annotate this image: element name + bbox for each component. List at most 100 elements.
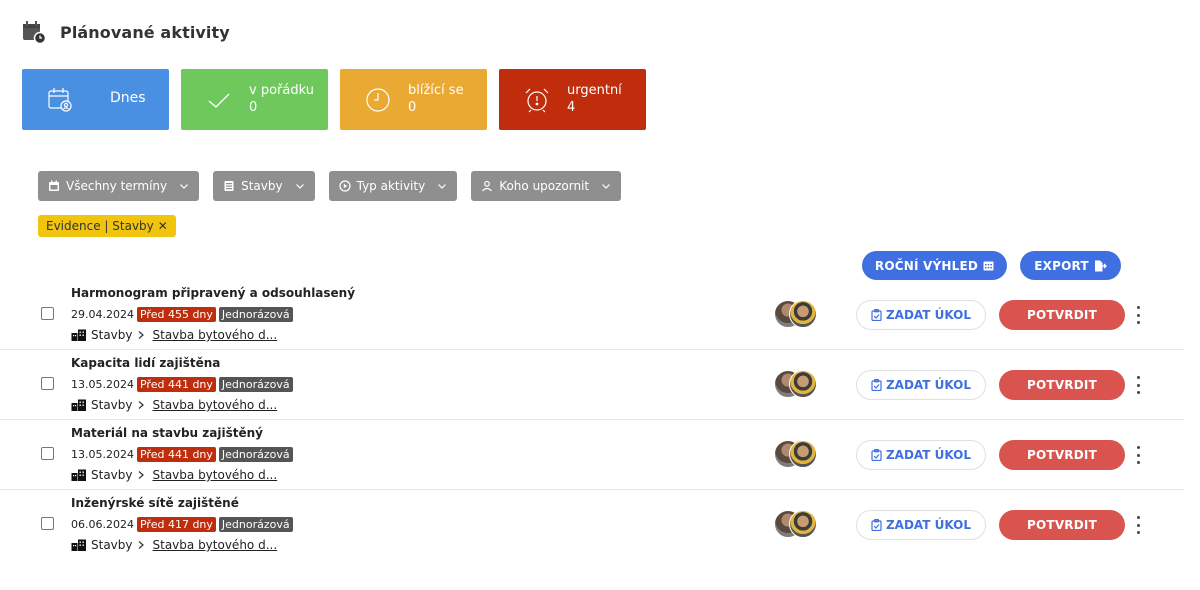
chevron-right-icon <box>138 471 144 479</box>
assign-task-label: ZADAT ÚKOL <box>885 308 972 322</box>
clipboard-check-icon <box>871 449 882 461</box>
activity-title: Materiál na stavbu zajištěný <box>71 426 263 440</box>
annual-outlook-label: ROČNÍ VÝHLED <box>874 258 979 273</box>
path-link[interactable]: Stavba bytového d... <box>153 398 278 412</box>
card-ok-label: v pořádku <box>249 83 314 98</box>
card-urgent-count: 4 <box>567 100 576 115</box>
clipboard-check-icon <box>871 309 882 321</box>
path-root: Stavby <box>91 398 133 412</box>
active-filter-chip: Evidence | Stavby ✕ <box>38 215 176 237</box>
filter-buildings-dropdown[interactable]: Stavby <box>213 171 315 201</box>
calendar-grid-icon <box>983 261 994 271</box>
overdue-badge: Před 441 dny <box>136 377 216 392</box>
card-soon-count: 0 <box>408 100 417 115</box>
activity-row: Materiál na stavbu zajištěný 13.05.2024 … <box>0 420 1184 490</box>
card-soon[interactable]: blížící se 0 <box>340 69 487 130</box>
card-today-label: Dnes <box>110 90 146 106</box>
path-link[interactable]: Stavba bytového d... <box>153 328 278 342</box>
assign-task-label: ZADAT ÚKOL <box>885 518 972 532</box>
recurrence-badge: Jednorázová <box>218 307 293 322</box>
confirm-button[interactable]: POTVRDIT <box>999 510 1125 540</box>
export-button[interactable]: EXPORT <box>1020 251 1121 280</box>
more-options-icon[interactable] <box>1133 446 1143 464</box>
row-checkbox[interactable] <box>41 447 54 460</box>
assign-task-button[interactable]: ZADAT ÚKOL <box>856 510 986 540</box>
file-export-icon <box>1094 260 1107 271</box>
overdue-badge: Před 441 dny <box>136 447 216 462</box>
chevron-down-icon <box>438 184 447 189</box>
activity-title: Inženýrské sítě zajištěné <box>71 496 239 510</box>
alarm-clock-icon <box>525 88 549 113</box>
avatar <box>789 510 817 538</box>
overdue-badge: Před 455 dny <box>136 307 216 322</box>
path-link[interactable]: Stavba bytového d... <box>153 538 278 552</box>
more-options-icon[interactable] <box>1133 516 1143 534</box>
assign-task-button[interactable]: ZADAT ÚKOL <box>856 440 986 470</box>
check-icon <box>208 93 230 108</box>
filter-notify-label: Koho upozornit <box>499 179 590 193</box>
confirm-button[interactable]: POTVRDIT <box>999 370 1125 400</box>
assignee-avatars <box>774 300 820 330</box>
buildings-icon <box>71 399 86 411</box>
filter-activity-type-label: Typ aktivity <box>356 179 426 193</box>
calendar-icon <box>49 180 59 191</box>
summary-cards: Dnes v pořádku 0 blížící se 0 urgentní 4 <box>22 69 646 130</box>
recurrence-badge: Jednorázová <box>218 517 293 532</box>
building-icon <box>224 181 234 191</box>
buildings-icon <box>71 329 86 341</box>
row-checkbox[interactable] <box>41 307 54 320</box>
path-root: Stavby <box>91 468 133 482</box>
calendar-user-icon <box>48 88 72 112</box>
path-root: Stavby <box>91 538 133 552</box>
filter-terms-dropdown[interactable]: Všechny termíny <box>38 171 200 201</box>
clock-icon <box>366 88 390 112</box>
row-checkbox[interactable] <box>41 377 54 390</box>
buildings-icon <box>71 539 86 551</box>
active-filter-label: Evidence | Stavby <box>46 219 154 233</box>
assignee-avatars <box>774 510 820 540</box>
annual-outlook-button[interactable]: ROČNÍ VÝHLED <box>862 251 1007 280</box>
path-link[interactable]: Stavba bytového d... <box>153 468 278 482</box>
assign-task-button[interactable]: ZADAT ÚKOL <box>856 370 986 400</box>
filter-notify-dropdown[interactable]: Koho upozornit <box>471 171 622 201</box>
assignee-avatars <box>774 440 820 470</box>
activity-date: 29.04.2024 <box>71 308 134 321</box>
path-root: Stavby <box>91 328 133 342</box>
chevron-right-icon <box>138 401 144 409</box>
card-ok-count: 0 <box>249 100 258 115</box>
card-urgent[interactable]: urgentní 4 <box>499 69 646 130</box>
remove-filter-icon[interactable]: ✕ <box>158 219 168 233</box>
filter-terms-label: Všechny termíny <box>66 179 168 193</box>
confirm-button[interactable]: POTVRDIT <box>999 300 1125 330</box>
card-today[interactable]: Dnes <box>22 69 169 130</box>
page-header: Plánované aktivity <box>22 20 230 44</box>
avatar <box>789 300 817 328</box>
card-urgent-label: urgentní <box>567 83 622 98</box>
play-circle-icon <box>339 180 351 192</box>
more-options-icon[interactable] <box>1133 376 1143 394</box>
card-soon-label: blížící se <box>408 83 464 98</box>
buildings-icon <box>71 469 86 481</box>
activity-title: Kapacita lidí zajištěna <box>71 356 221 370</box>
assign-task-button[interactable]: ZADAT ÚKOL <box>856 300 986 330</box>
activity-list: Harmonogram připravený a odsouhlasený 29… <box>0 280 1200 560</box>
card-ok[interactable]: v pořádku 0 <box>181 69 328 130</box>
recurrence-badge: Jednorázová <box>218 377 293 392</box>
activity-row: Kapacita lidí zajištěna 13.05.2024 Před … <box>0 350 1184 420</box>
user-icon <box>482 180 493 192</box>
assign-task-label: ZADAT ÚKOL <box>885 378 972 392</box>
activity-date: 13.05.2024 <box>71 378 134 391</box>
filter-activity-type-dropdown[interactable]: Typ aktivity <box>328 171 458 201</box>
row-checkbox[interactable] <box>41 517 54 530</box>
filter-bar: Všechny termíny Stavby Typ aktivity Koho… <box>38 171 622 201</box>
activity-title: Harmonogram připravený a odsouhlasený <box>71 286 356 300</box>
chevron-right-icon <box>138 541 144 549</box>
confirm-button[interactable]: POTVRDIT <box>999 440 1125 470</box>
avatar <box>789 370 817 398</box>
clipboard-check-icon <box>871 519 882 531</box>
recurrence-badge: Jednorázová <box>218 447 293 462</box>
more-options-icon[interactable] <box>1133 306 1143 324</box>
chevron-right-icon <box>138 331 144 339</box>
activity-row: Inženýrské sítě zajištěné 06.06.2024 Pře… <box>0 490 1184 560</box>
calendar-clock-icon <box>23 21 46 44</box>
